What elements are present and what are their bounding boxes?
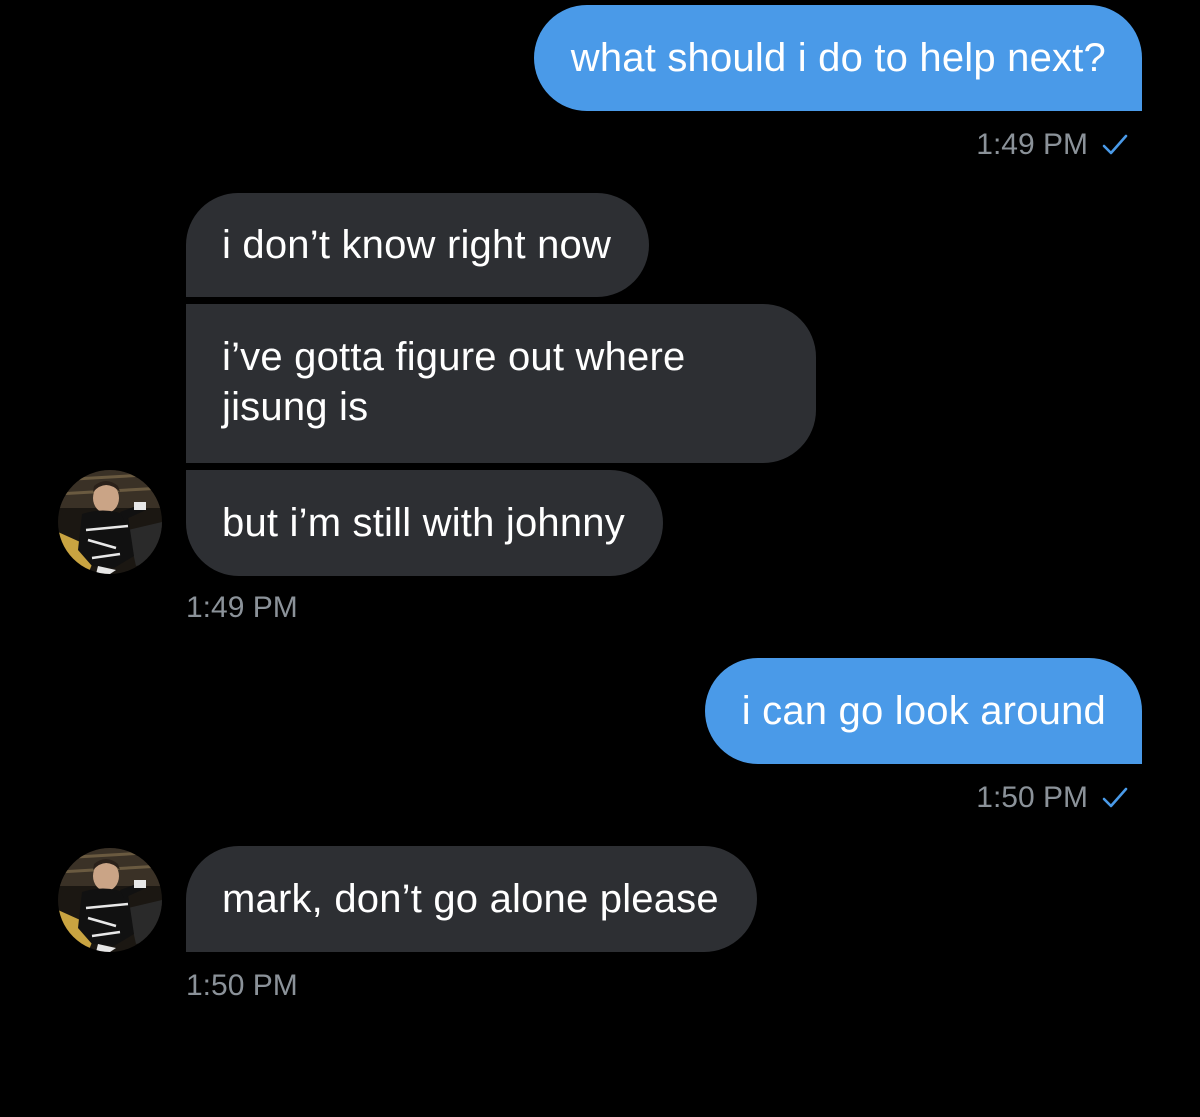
avatar-photo <box>58 470 162 574</box>
message-bubble-incoming[interactable]: i don’t know right now <box>186 193 650 297</box>
timestamp: 1:49 PM <box>186 591 298 624</box>
timestamp: 1:49 PM <box>976 128 1088 161</box>
message-meta: 1:49 PM <box>976 128 1128 162</box>
avatar[interactable] <box>58 848 162 952</box>
message-bubble-incoming[interactable]: i’ve gotta figure out where jisung is <box>186 304 816 463</box>
check-icon <box>1102 134 1128 156</box>
timestamp: 1:50 PM <box>186 969 298 1002</box>
message-bubble-incoming[interactable]: mark, don’t go alone please <box>186 846 757 952</box>
message-meta: 1:50 PM <box>976 781 1128 815</box>
avatar-photo <box>58 848 162 952</box>
avatar[interactable] <box>58 470 162 574</box>
check-icon <box>1102 787 1128 809</box>
message-bubble-incoming[interactable]: but i’m still with johnny <box>186 470 663 576</box>
timestamp: 1:50 PM <box>976 781 1088 814</box>
message-bubble-outgoing[interactable]: what should i do to help next? <box>533 5 1142 111</box>
message-bubble-outgoing[interactable]: i can go look around <box>704 658 1142 764</box>
